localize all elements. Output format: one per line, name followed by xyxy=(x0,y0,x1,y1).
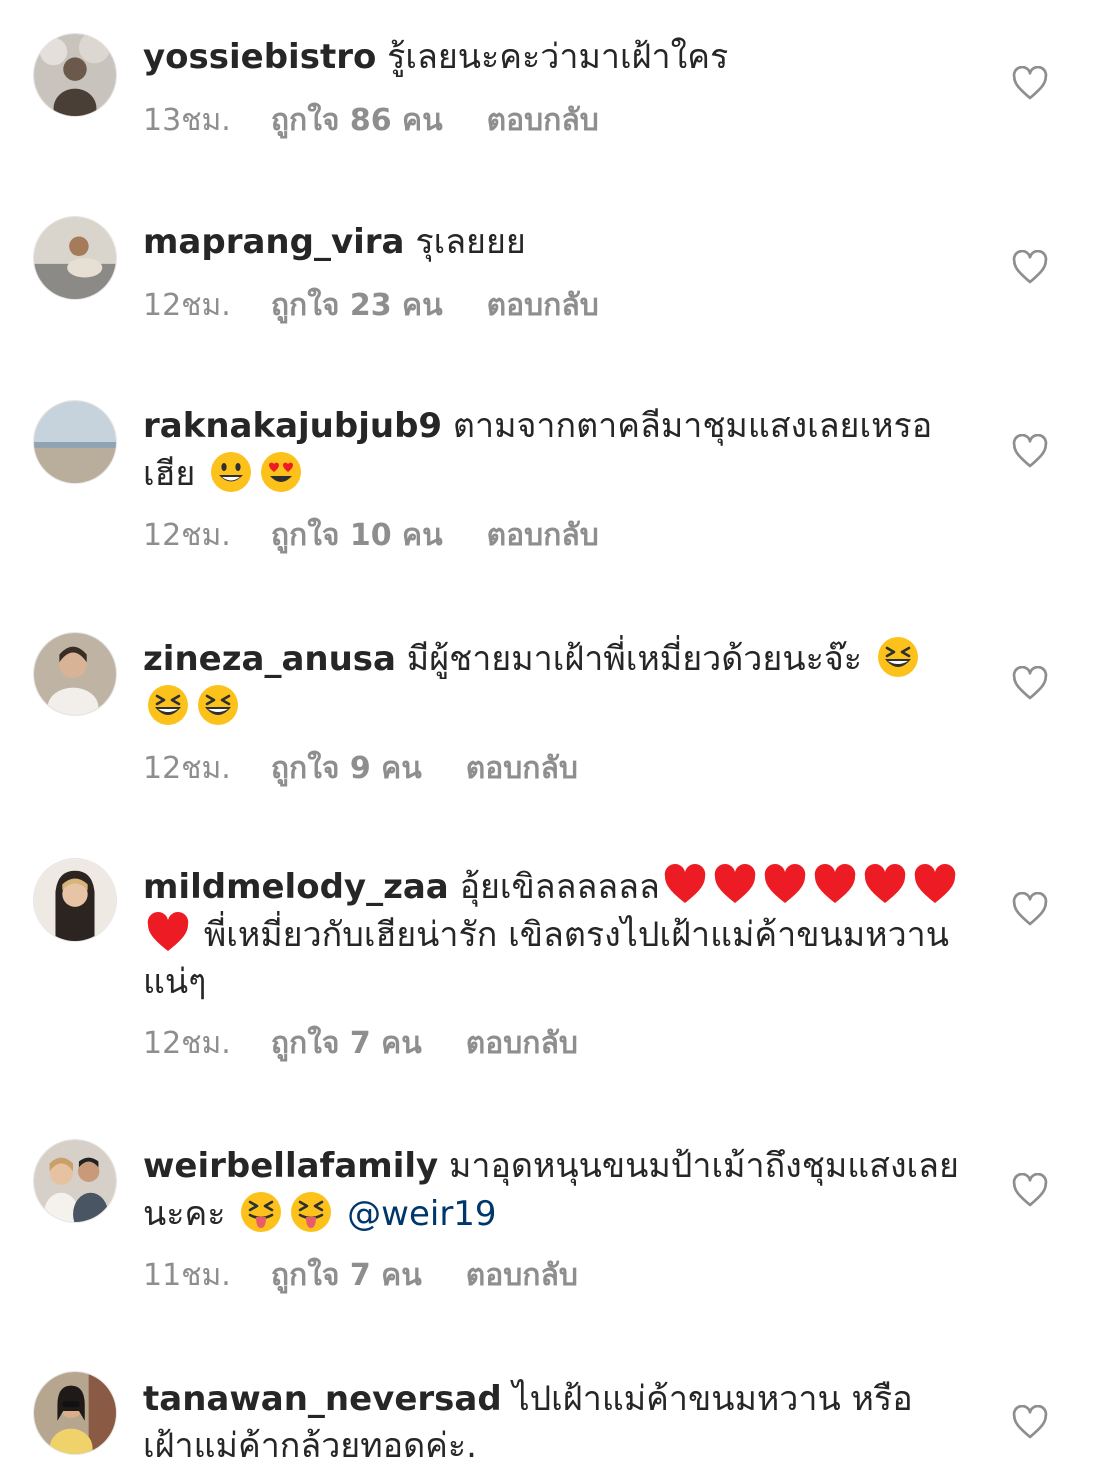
heart-outline-icon[interactable] xyxy=(1012,892,1048,926)
comment-time: 11ชม. xyxy=(143,1258,231,1293)
reply-button[interactable]: ตอบกลับ xyxy=(466,749,578,789)
comment-meta: 12ชม. ถูกใจ 7 คน ตอบกลับ xyxy=(143,1024,963,1064)
comment-time: 12ชม. xyxy=(143,751,231,786)
reply-button[interactable]: ตอบกลับ xyxy=(487,516,599,556)
heart-outline-icon[interactable] xyxy=(1012,250,1048,284)
comment-username[interactable]: raknakajubjub9 xyxy=(143,406,442,446)
comment-likes[interactable]: ถูกใจ 86 คน xyxy=(271,101,443,141)
comment-text: tanawan_neversad ไปเฝ้าแม่ค้าขนมหวาน หรื… xyxy=(143,1376,963,1470)
comment-body: มีผู้ชายมาเฝ้าพี่เหมี่ยวด้วยนะจ๊ะ xyxy=(406,639,863,679)
red-heart-emoji xyxy=(913,863,957,907)
red-heart-emoji xyxy=(663,863,707,907)
smiling-face-emoji xyxy=(209,450,253,494)
red-heart-emoji xyxy=(863,863,907,907)
comment-likes[interactable]: ถูกใจ 9 คน xyxy=(271,749,422,789)
reply-button[interactable]: ตอบกลับ xyxy=(487,101,599,141)
red-heart-emoji xyxy=(763,863,807,907)
avatar[interactable] xyxy=(33,33,117,117)
grinning-squinting-face-emoji xyxy=(876,635,920,679)
comment-username[interactable]: zineza_anusa xyxy=(143,639,396,679)
heart-outline-icon[interactable] xyxy=(1012,1173,1048,1207)
heart-outline-icon[interactable] xyxy=(1012,666,1048,700)
comment-body: อุ้ยเขิลลลลลล xyxy=(459,867,660,907)
avatar[interactable] xyxy=(33,216,117,300)
comment-likes[interactable]: ถูกใจ 7 คน xyxy=(271,1024,422,1064)
comment-text: raknakajubjub9 ตามจากตาคลีมาชุมแสงเลยเหร… xyxy=(143,403,963,498)
comment-body: พี่เหมี่ยวกับเฮียน่ารัก เขิลตรงไปเฝ้าแม่… xyxy=(143,915,949,1002)
reply-button[interactable]: ตอบกลับ xyxy=(466,1024,578,1064)
squinting-tongue-face-emoji xyxy=(239,1190,283,1234)
comment-meta: 12ชม. ถูกใจ 9 คน ตอบกลับ xyxy=(143,749,963,789)
heart-eyes-emoji xyxy=(259,450,303,494)
red-heart-emoji xyxy=(713,863,757,907)
grinning-squinting-face-emoji xyxy=(196,683,240,727)
comment-text: weirbellafamily มาอุดหนุนขนมป้าเม้าถึงชุ… xyxy=(143,1143,963,1238)
comment-username[interactable]: yossiebistro xyxy=(143,37,376,77)
grinning-squinting-face-emoji xyxy=(146,683,190,727)
comment-meta: 12ชม. ถูกใจ 10 คน ตอบกลับ xyxy=(143,516,963,556)
avatar[interactable] xyxy=(33,1371,117,1455)
comment-body: รุเลยยย xyxy=(415,222,526,262)
comment-meta: 11ชม. ถูกใจ 7 คน ตอบกลับ xyxy=(143,1256,963,1296)
comment-text: zineza_anusa มีผู้ชายมาเฝ้าพี่เหมี่ยวด้ว… xyxy=(143,635,963,731)
comment-username[interactable]: weirbellafamily xyxy=(143,1146,438,1186)
comment-text: maprang_vira รุเลยยย xyxy=(143,219,963,266)
avatar[interactable] xyxy=(33,858,117,942)
comment-username[interactable]: mildmelody_zaa xyxy=(143,867,449,907)
comment-likes[interactable]: ถูกใจ 10 คน xyxy=(271,516,443,556)
comment-time: 12ชม. xyxy=(143,518,231,553)
heart-outline-icon[interactable] xyxy=(1012,66,1048,100)
comment-username[interactable]: maprang_vira xyxy=(143,222,405,262)
squinting-tongue-face-emoji xyxy=(289,1190,333,1234)
mention-link[interactable]: @weir19 xyxy=(347,1194,496,1234)
avatar[interactable] xyxy=(33,400,117,484)
heart-outline-icon[interactable] xyxy=(1012,434,1048,468)
avatar[interactable] xyxy=(33,632,117,716)
red-heart-emoji xyxy=(813,863,857,907)
comment-likes[interactable]: ถูกใจ 23 คน xyxy=(271,286,443,326)
comment-text: yossiebistro รู้เลยนะคะว่ามาเฝ้าใคร xyxy=(143,34,963,81)
comment-time: 13ชม. xyxy=(143,103,231,138)
comment-likes[interactable]: ถูกใจ 7 คน xyxy=(271,1256,422,1296)
comment-meta: 12ชม. ถูกใจ 23 คน ตอบกลับ xyxy=(143,286,963,326)
red-heart-emoji xyxy=(146,911,190,955)
reply-button[interactable]: ตอบกลับ xyxy=(487,286,599,326)
comment-meta: 13ชม. ถูกใจ 86 คน ตอบกลับ xyxy=(143,101,963,141)
comment-time: 12ชม. xyxy=(143,288,231,323)
comment-time: 12ชม. xyxy=(143,1026,231,1061)
avatar[interactable] xyxy=(33,1139,117,1223)
comment-body: รู้เลยนะคะว่ามาเฝ้าใคร xyxy=(387,37,729,77)
comment-username[interactable]: tanawan_neversad xyxy=(143,1379,502,1419)
comment-text: mildmelody_zaa อุ้ยเขิลลลลลล พี่เหมี่ยวก… xyxy=(143,863,963,1006)
reply-button[interactable]: ตอบกลับ xyxy=(466,1256,578,1296)
heart-outline-icon[interactable] xyxy=(1012,1405,1048,1439)
